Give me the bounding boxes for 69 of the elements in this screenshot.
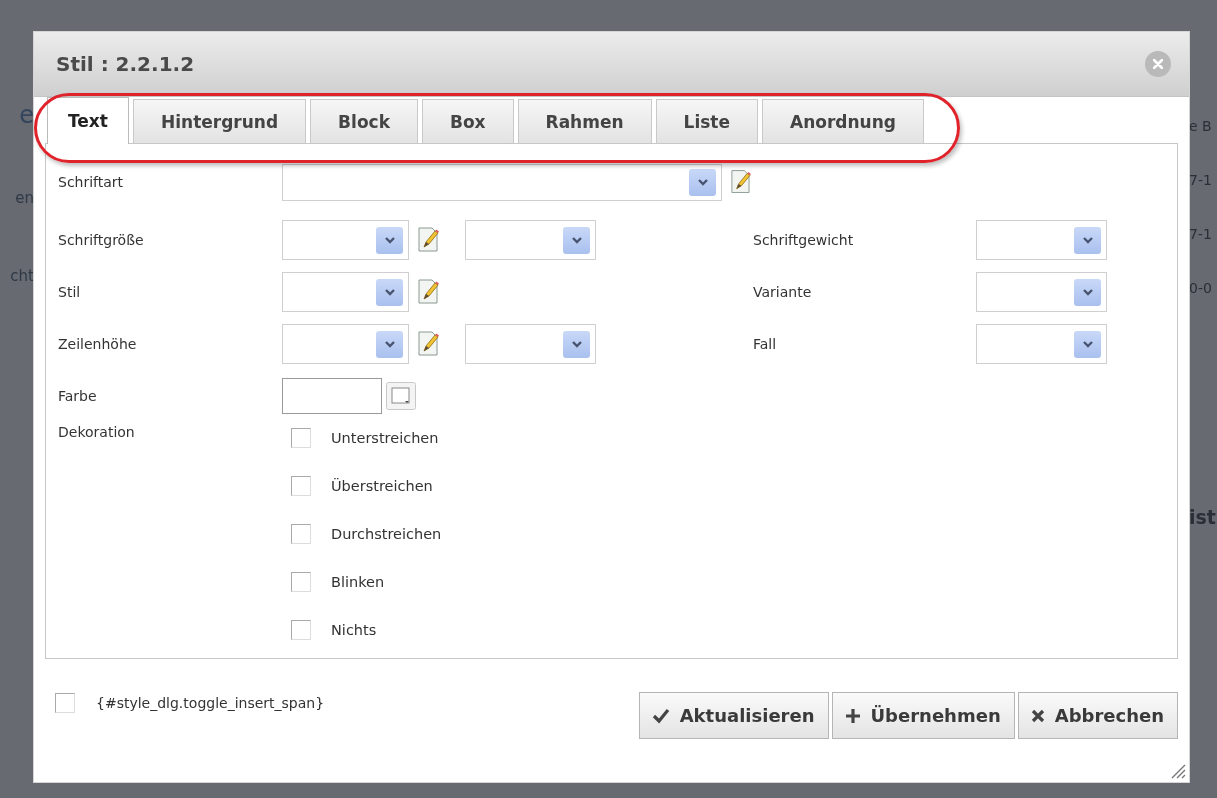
dropdown-field[interactable]	[465, 220, 596, 260]
color-picker-icon[interactable]	[386, 382, 416, 410]
field-label: Farbe	[58, 388, 98, 404]
field-label: Variante	[753, 284, 813, 300]
checkbox-label: Nichts	[331, 622, 377, 638]
dropdown-field[interactable]	[282, 324, 409, 364]
tab[interactable]: Anordnung	[762, 99, 924, 143]
background-text: cht	[10, 266, 34, 286]
field-label: Zeilenhöhe	[58, 336, 138, 352]
close-icon	[1153, 59, 1163, 69]
dialog-button[interactable]: Übernehmen	[831, 692, 1015, 739]
chevron-down-icon	[383, 340, 396, 348]
close-icon	[1030, 708, 1045, 723]
close-button[interactable]	[1145, 51, 1171, 77]
tab[interactable]: Liste	[655, 99, 758, 143]
field-label: Schriftgewicht	[753, 232, 855, 248]
field-label: Dekoration	[58, 424, 136, 442]
tab[interactable]: Hintergrund	[132, 99, 307, 143]
chevron-down-icon	[570, 340, 583, 348]
field-label: Schriftgröße	[58, 232, 145, 248]
field-label: Fall	[753, 336, 778, 352]
tab[interactable]: Block	[310, 99, 418, 143]
chevron-down-icon	[570, 236, 583, 244]
checkbox[interactable]	[291, 428, 311, 448]
dialog-title: Stil : 2.2.1.2	[56, 52, 195, 76]
checkbox-label: Überstreichen	[331, 478, 433, 494]
checkbox[interactable]	[291, 476, 311, 496]
background-text: 7-1	[1189, 225, 1213, 244]
checkbox-label: Durchstreichen	[331, 526, 442, 542]
dropdown-field[interactable]	[465, 324, 596, 364]
edit-icon[interactable]	[417, 227, 441, 253]
dialog-button[interactable]: Aktualisieren	[638, 692, 829, 739]
edit-icon[interactable]	[417, 279, 441, 305]
dropdown-field[interactable]	[976, 220, 1107, 260]
plus-icon	[844, 707, 861, 724]
edit-icon[interactable]	[730, 169, 753, 195]
tab[interactable]: Box	[421, 99, 514, 143]
dropdown-field[interactable]	[976, 324, 1107, 364]
background-text: 7-1	[1189, 171, 1213, 190]
chevron-down-icon	[1081, 340, 1094, 348]
tab[interactable]: Rahmen	[517, 99, 652, 143]
chevron-down-icon	[1081, 236, 1094, 244]
checkmark-icon	[651, 707, 670, 724]
tab[interactable]: Text	[47, 97, 129, 144]
background-text: 0-0	[1189, 279, 1213, 298]
dropdown-field[interactable]	[282, 163, 723, 201]
checkbox-label: Blinken	[331, 574, 385, 590]
resize-grip-icon[interactable]	[1170, 763, 1186, 779]
chevron-down-icon	[696, 178, 709, 186]
edit-icon[interactable]	[417, 331, 441, 357]
dropdown-field[interactable]	[282, 272, 409, 312]
checkbox[interactable]	[291, 572, 311, 592]
chevron-down-icon	[1081, 288, 1094, 296]
checkbox[interactable]	[291, 524, 311, 544]
background-text: en	[15, 188, 34, 208]
checkbox[interactable]	[291, 620, 311, 640]
dialog-button[interactable]: Abbrechen	[1017, 692, 1178, 739]
dropdown-field[interactable]	[976, 272, 1107, 312]
color-field[interactable]	[282, 378, 382, 414]
background-text: ist	[1189, 505, 1217, 530]
checkbox[interactable]	[55, 693, 75, 713]
checkbox-label: {#style_dlg.toggle_insert_span}	[96, 695, 325, 711]
chevron-down-icon	[383, 236, 396, 244]
background-text: e B	[1189, 117, 1213, 136]
field-label: Schriftart	[58, 174, 125, 190]
checkbox-label: Unterstreichen	[331, 430, 439, 446]
chevron-down-icon	[383, 288, 396, 296]
field-label: Stil	[58, 284, 82, 300]
dropdown-field[interactable]	[282, 220, 409, 260]
